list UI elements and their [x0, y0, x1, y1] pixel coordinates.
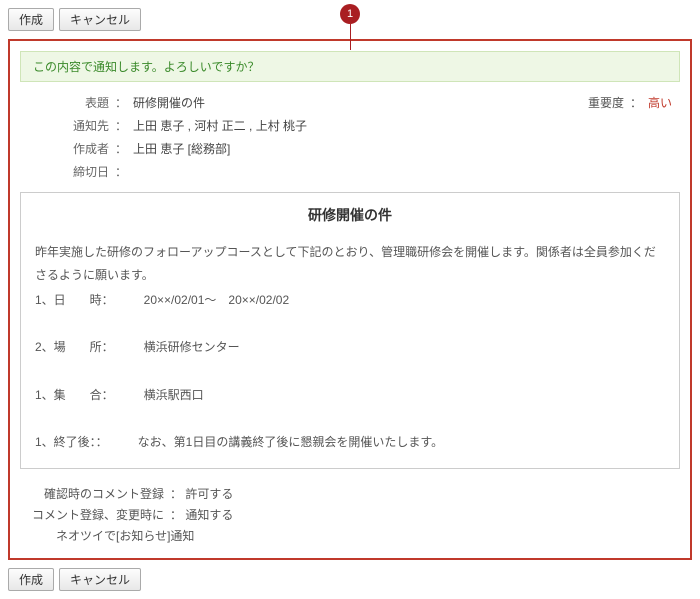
- bottom-button-row: 作成 キャンセル: [8, 568, 692, 591]
- confirm-message: この内容で通知します。よろしいですか？: [20, 51, 680, 82]
- create-button-bottom[interactable]: 作成: [8, 568, 54, 591]
- content-line-2: 2、場 所： 横浜研修センター: [35, 336, 665, 359]
- subject-value: 研修開催の件: [133, 94, 588, 111]
- content-line-3: 1、集 合： 横浜駅西口: [35, 384, 665, 407]
- comment-change-label: コメント登録、変更時に: [20, 506, 170, 523]
- content-body: 昨年実施した研修のフォローアップコースとして下記のとおり、管理職研修会を開催しま…: [35, 241, 665, 454]
- priority-label: 重要度: [588, 94, 624, 111]
- meta-table: 表題 ： 研修開催の件 重要度 ： 高い 通知先 ： 上田 恵子 , 河村 正二…: [20, 94, 680, 180]
- main-panel: この内容で通知します。よろしいですか？ 表題 ： 研修開催の件 重要度 ： 高い…: [8, 39, 692, 560]
- comment-change-value: 通知する: [185, 506, 233, 523]
- settings-section: 確認時のコメント登録 ： 許可する コメント登録、変更時に ： 通知する ネオツ…: [20, 485, 680, 544]
- content-line-1: 1、日 時： 20××/02/01～ 20××/02/02: [35, 289, 665, 312]
- annotation-line: [350, 24, 351, 50]
- recipients-value: 上田 恵子 , 河村 正二 , 上村 桃子: [133, 117, 680, 134]
- deadline-label: 締切日: [20, 163, 115, 180]
- subject-label: 表題: [20, 94, 115, 111]
- author-label: 作成者: [20, 140, 115, 157]
- author-value: 上田 恵子 [総務部]: [133, 140, 680, 157]
- annotation-badge: 1: [340, 4, 360, 24]
- cancel-button-bottom[interactable]: キャンセル: [59, 568, 141, 591]
- create-button-top[interactable]: 作成: [8, 8, 54, 31]
- priority-value: 高い: [648, 94, 672, 111]
- content-box: 研修開催の件 昨年実施した研修のフォローアップコースとして下記のとおり、管理職研…: [20, 192, 680, 469]
- recipients-label: 通知先: [20, 117, 115, 134]
- content-line-4: 1、終了後：： なお、第1日目の講義終了後に懇親会を開催いたします。: [35, 431, 665, 454]
- confirm-comment-value: 許可する: [185, 485, 233, 502]
- content-intro: 昨年実施した研修のフォローアップコースとして下記のとおり、管理職研修会を開催しま…: [35, 241, 665, 287]
- cancel-button-top[interactable]: キャンセル: [59, 8, 141, 31]
- content-title: 研修開催の件: [35, 205, 665, 225]
- confirm-comment-label: 確認時のコメント登録: [20, 485, 170, 502]
